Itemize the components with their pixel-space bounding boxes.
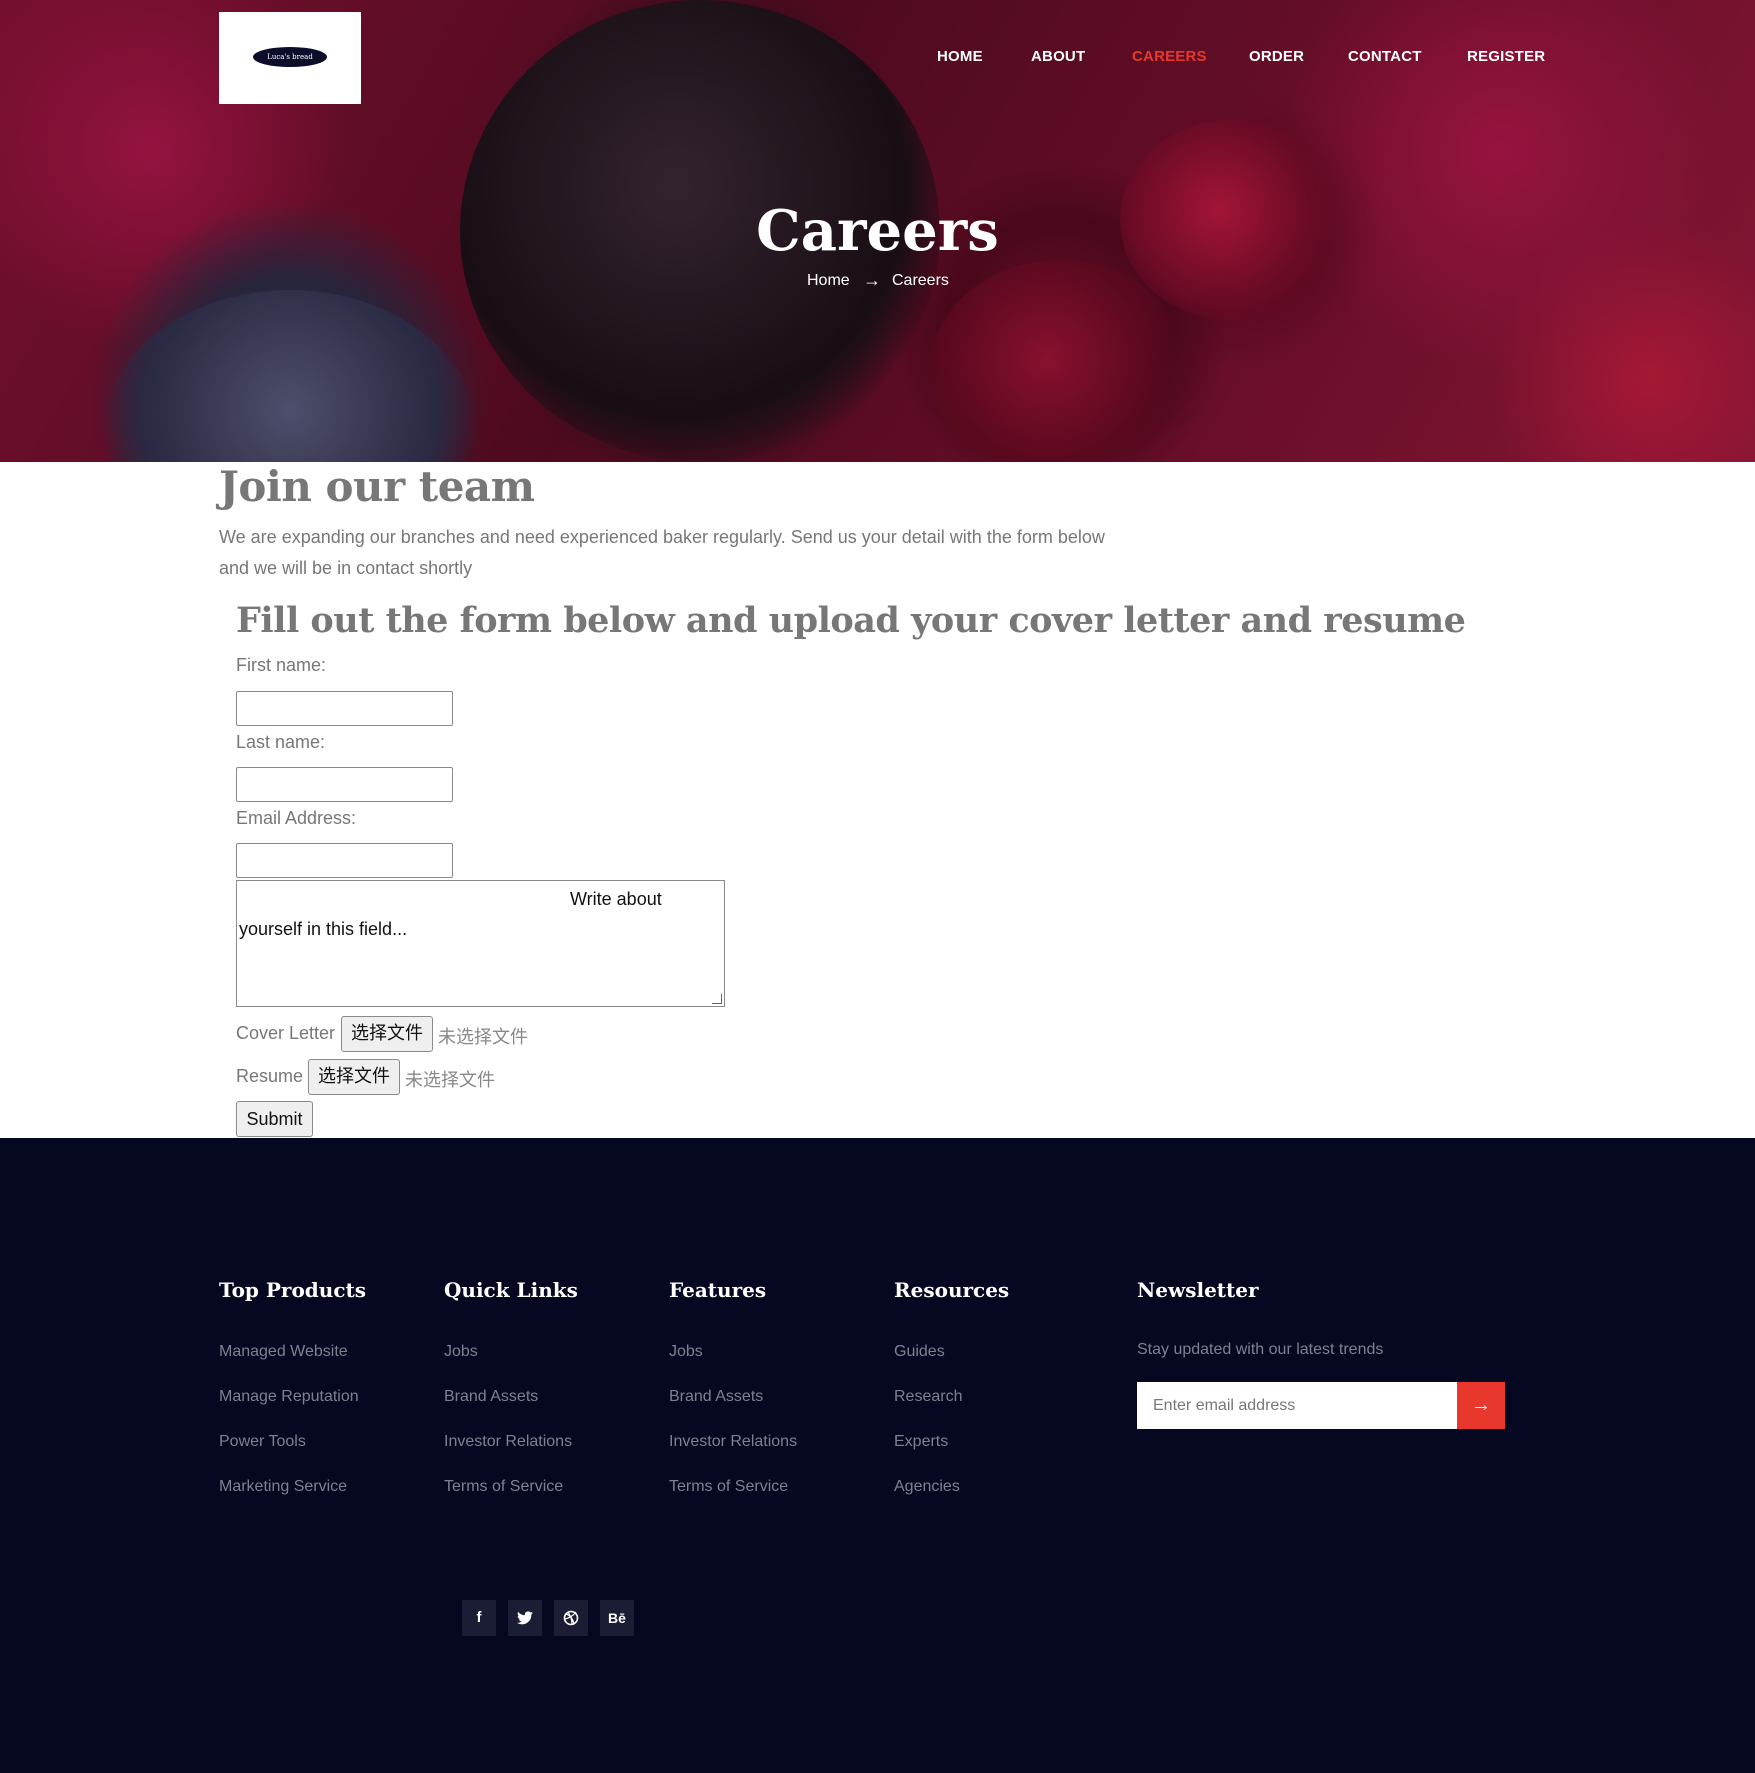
currant-image xyxy=(930,260,1190,462)
footer-link[interactable]: Investor Relations xyxy=(444,1433,572,1451)
cover-letter-file-status: 未选择文件 xyxy=(438,1027,528,1048)
resume-file-button[interactable]: 选择文件 xyxy=(308,1059,400,1095)
about-placeholder-line1: Write about xyxy=(570,889,662,909)
arrow-right-icon: → xyxy=(1471,1394,1491,1416)
nav-about[interactable]: ABOUT xyxy=(1031,48,1085,65)
footer-link[interactable]: Marketing Service xyxy=(219,1478,347,1496)
cover-letter-label: Cover Letter xyxy=(236,1023,336,1043)
footer-link[interactable]: Experts xyxy=(894,1433,948,1451)
about-placeholder-line2: yourself in this field... xyxy=(239,919,408,939)
newsletter-email-input[interactable]: Enter email address xyxy=(1137,1382,1457,1429)
footer-heading-top-products: Top Products xyxy=(219,1278,366,1302)
arrow-right-icon: → xyxy=(863,270,881,290)
footer-link[interactable]: Power Tools xyxy=(219,1433,306,1451)
blueberry-image xyxy=(100,290,480,462)
behance-icon[interactable]: Bē xyxy=(600,1600,634,1636)
first-name-label: First name: xyxy=(236,655,327,675)
dribbble-icon[interactable] xyxy=(554,1600,588,1636)
intro-text: We are expanding our branches and need e… xyxy=(219,527,1105,578)
submit-button[interactable]: Submit xyxy=(236,1101,313,1137)
form-heading: Fill out the form below and upload your … xyxy=(236,600,1466,641)
page-title: Careers xyxy=(756,198,999,264)
footer-heading-quick-links: Quick Links xyxy=(444,1278,578,1302)
footer-link[interactable]: Managed Website xyxy=(219,1343,348,1361)
nav-contact[interactable]: CONTACT xyxy=(1348,48,1422,65)
footer-link[interactable]: Jobs xyxy=(669,1343,703,1361)
nav-order[interactable]: ORDER xyxy=(1249,48,1304,65)
about-textarea[interactable]: Write about yourself in this field... xyxy=(236,880,725,1007)
facebook-icon[interactable]: f xyxy=(462,1600,496,1636)
email-label: Email Address: xyxy=(236,808,357,828)
nav-careers[interactable]: CAREERS xyxy=(1132,48,1207,65)
section-heading: Join our team xyxy=(219,462,535,511)
breadcrumb-current: Careers xyxy=(892,272,949,289)
twitter-icon[interactable] xyxy=(508,1600,542,1636)
breadcrumb-home[interactable]: Home xyxy=(807,272,850,290)
footer-link[interactable]: Research xyxy=(894,1388,962,1406)
footer-link[interactable]: Manage Reputation xyxy=(219,1388,359,1406)
resume-file-status: 未选择文件 xyxy=(405,1070,495,1091)
footer-heading-newsletter: Newsletter xyxy=(1137,1278,1259,1302)
last-name-label: Last name: xyxy=(236,732,326,752)
footer-heading-features: Features xyxy=(669,1278,767,1302)
footer-link[interactable]: Agencies xyxy=(894,1478,960,1496)
footer-link[interactable]: Jobs xyxy=(444,1343,478,1361)
logo[interactable]: Luca's bread xyxy=(219,12,361,104)
resume-label: Resume xyxy=(236,1066,304,1086)
last-name-input[interactable] xyxy=(236,767,453,802)
first-name-input[interactable] xyxy=(236,691,453,726)
newsletter-text: Stay updated with our latest trends xyxy=(1137,1341,1384,1358)
footer-link[interactable]: Brand Assets xyxy=(669,1388,763,1406)
footer-link[interactable]: Terms of Service xyxy=(444,1478,563,1496)
cover-letter-file-button[interactable]: 选择文件 xyxy=(341,1016,433,1052)
footer-link[interactable]: Guides xyxy=(894,1343,945,1361)
footer: Top Products Managed Website Manage Repu… xyxy=(0,1138,1755,1773)
newsletter-submit-button[interactable]: → xyxy=(1457,1382,1505,1429)
footer-heading-resources: Resources xyxy=(894,1278,1010,1302)
nav-register[interactable]: REGISTER xyxy=(1467,48,1545,65)
footer-link[interactable]: Investor Relations xyxy=(669,1433,797,1451)
logo-text: Luca's bread xyxy=(253,47,327,67)
nav-home[interactable]: HOME xyxy=(937,48,983,65)
footer-link[interactable]: Terms of Service xyxy=(669,1478,788,1496)
resize-handle-icon[interactable] xyxy=(712,994,722,1004)
email-input[interactable] xyxy=(236,843,453,878)
footer-link[interactable]: Brand Assets xyxy=(444,1388,538,1406)
